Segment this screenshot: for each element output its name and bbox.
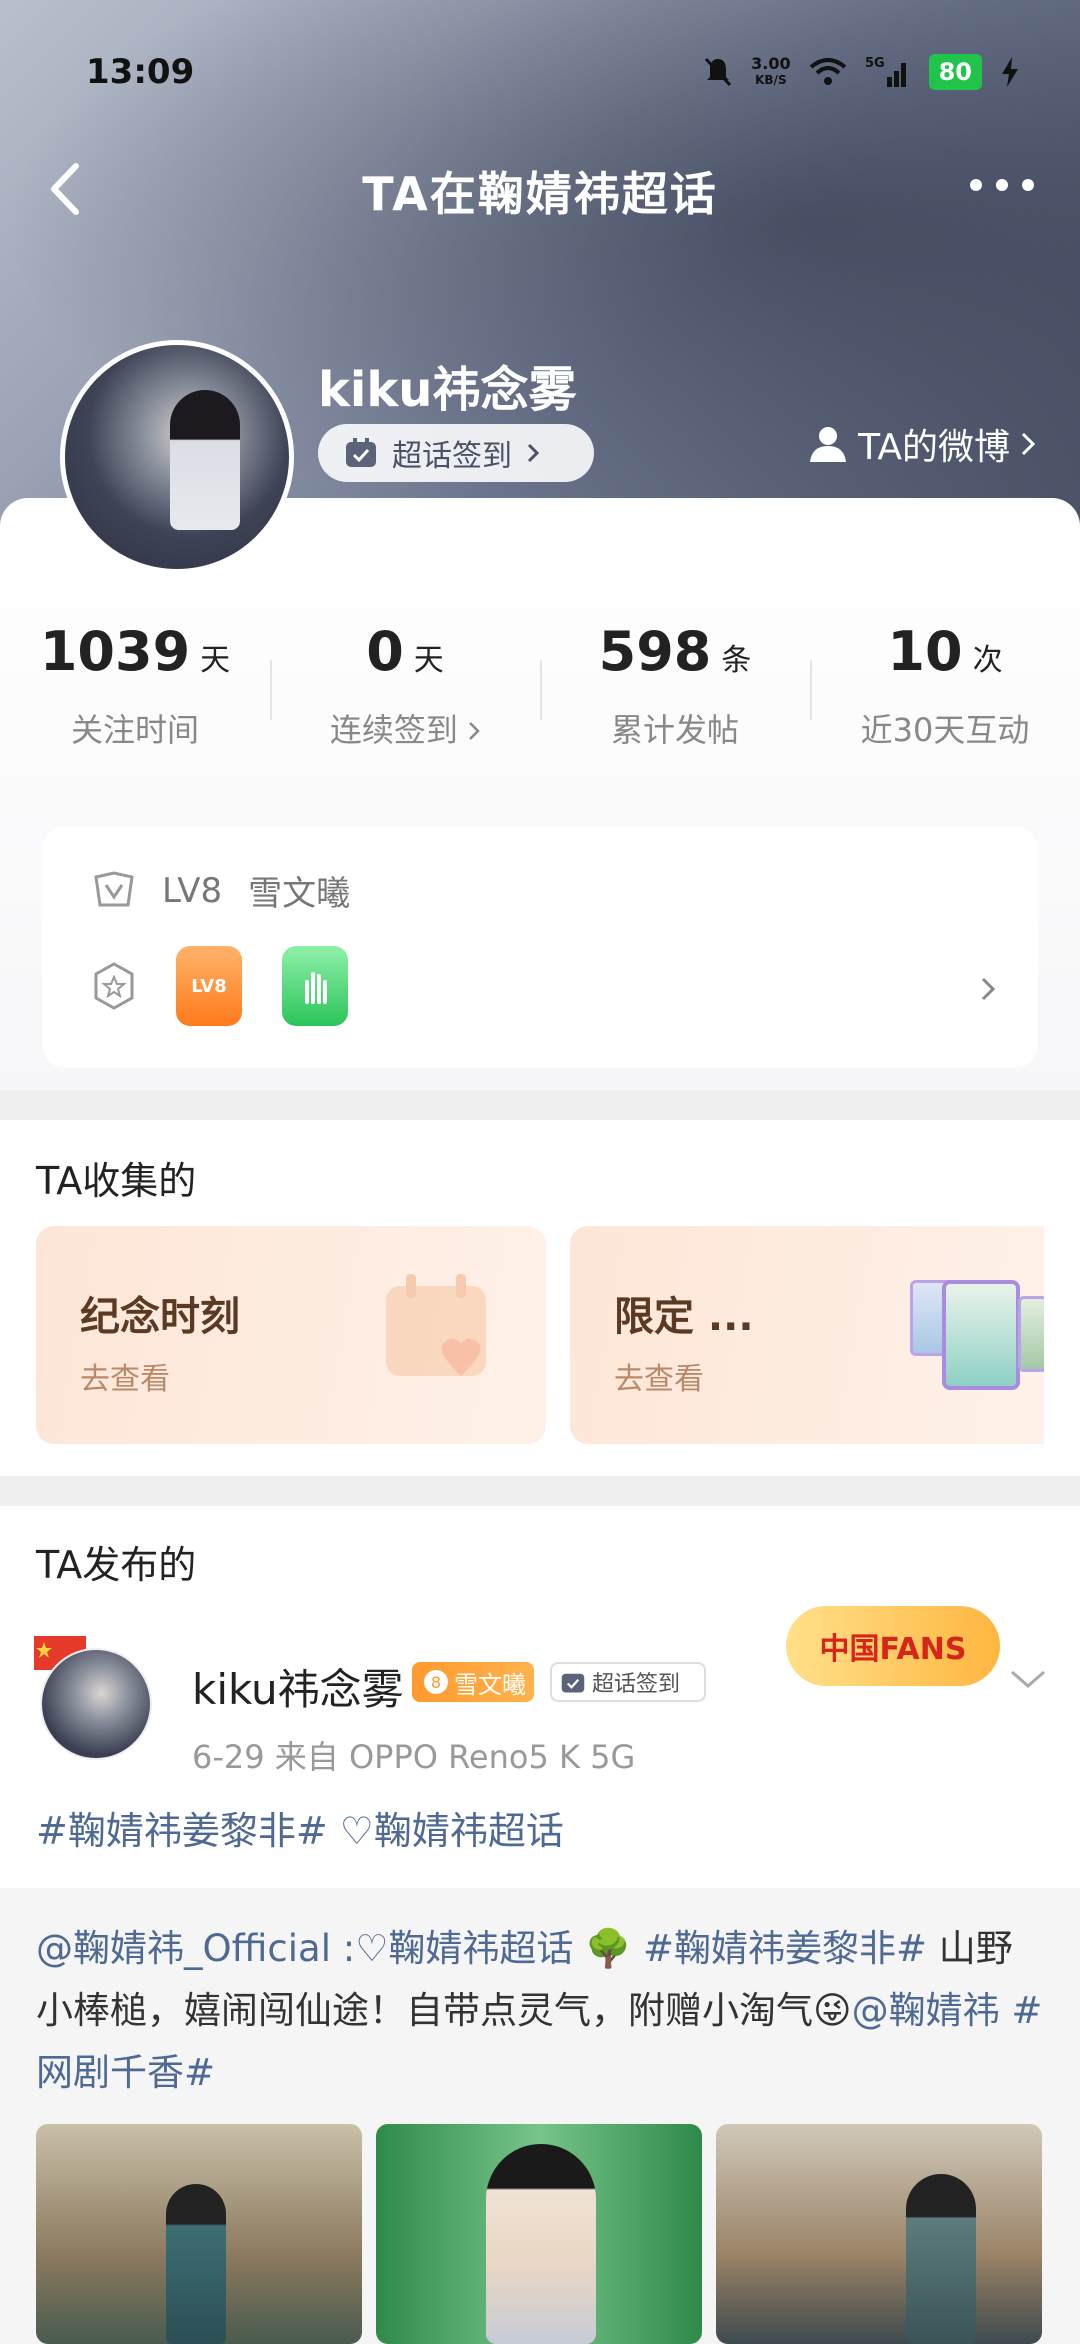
calendar-heart-icon	[386, 1274, 486, 1376]
stat-unit: 天	[413, 643, 444, 678]
stat-unit: 条	[721, 643, 752, 678]
hand-badge-icon	[282, 946, 348, 1026]
checkin-tag: 超话签到	[550, 1662, 706, 1702]
repost-topic[interactable]: :♡鞠婧祎超话 🌳	[331, 1927, 643, 1970]
status-bar: 13:09 3.00 KB/S 5G 80	[0, 40, 1080, 110]
stat-value: 598	[598, 620, 712, 683]
chevron-down-icon[interactable]	[1008, 1668, 1048, 1692]
repost-mention-2[interactable]: @鞠婧祎	[852, 1989, 1000, 2032]
level-row: LV8 雪文曦	[92, 866, 350, 915]
stat-label: 近30天互动	[860, 711, 1030, 749]
repost-mention[interactable]: @鞠婧祎_Official	[36, 1927, 331, 1970]
wifi-icon	[809, 58, 846, 85]
checkin-button[interactable]: 超话签到	[318, 424, 594, 482]
network-speed: 3.00 KB/S	[751, 54, 791, 88]
stat-unit: 次	[972, 643, 1003, 678]
stat-label: 关注时间	[70, 711, 199, 749]
post-image[interactable]	[376, 2124, 702, 2344]
stat-follow-days: 1039 天 关注时间	[0, 620, 270, 770]
limited-card-image	[1018, 1296, 1044, 1372]
chevron-right-icon	[527, 443, 540, 463]
repost-hashtag[interactable]: #鞠婧祎姜黎非#	[643, 1927, 927, 1970]
calendar-check-icon	[346, 438, 376, 467]
charging-icon	[1002, 57, 1018, 87]
image-figure	[166, 2184, 226, 2344]
avatar[interactable]	[60, 340, 294, 574]
chevron-right-icon	[469, 722, 480, 740]
author-level-badge: 8 雪文曦	[412, 1662, 534, 1702]
battery-indicator: 80	[928, 54, 982, 90]
collect-card-title: 限定 ...	[614, 1294, 754, 1340]
post-author-name[interactable]: kiku祎念雾	[192, 1656, 404, 1717]
dot	[970, 179, 982, 191]
signal-5g-icon: 5G	[865, 56, 906, 87]
collect-card-link: 去查看	[614, 1362, 704, 1397]
post-topics[interactable]: #鞠婧祎姜黎非# ♡鞠婧祎超话	[36, 1800, 564, 1855]
stat-posts: 598 条 累计发帖	[540, 620, 810, 770]
repost-text: @鞠婧祎_Official :♡鞠婧祎超话 🌳 #鞠婧祎姜黎非# 山野小棒槌，嬉…	[36, 1918, 1046, 2104]
section-divider	[0, 1476, 1080, 1506]
level-title: 雪文曦	[248, 874, 351, 914]
post-image[interactable]	[36, 2124, 362, 2344]
status-icons: 3.00 KB/S 5G 80	[703, 54, 1020, 90]
chevron-right-icon	[981, 977, 996, 1001]
mute-bell-icon	[705, 57, 732, 87]
image-figure	[486, 2144, 596, 2344]
stat-value: 1039	[39, 620, 191, 683]
navigation-bar: TA在鞠婧祎超话	[0, 150, 1080, 230]
calendar-check-icon	[561, 1673, 585, 1693]
ta-weibo-label: TA的微博	[858, 427, 1010, 468]
stat-label: 连续签到	[270, 705, 540, 751]
posts-title: TA发布的	[36, 1543, 197, 1587]
level-number: 8	[424, 1670, 448, 1694]
level-text: LV8	[162, 870, 223, 911]
dot	[1022, 179, 1034, 191]
stat-value: 10	[887, 620, 963, 683]
collected-title: TA收集的	[36, 1159, 197, 1203]
avatar-figure	[170, 390, 240, 530]
china-fans-badge: 中国FANS	[786, 1606, 1000, 1686]
level-card[interactable]: LV8 雪文曦 LV8	[42, 826, 1038, 1068]
stat-streak[interactable]: 0天 连续签到	[270, 620, 540, 770]
collect-card-limited[interactable]: 限定 ... 去查看	[570, 1226, 1044, 1444]
badge-row: LV8	[92, 946, 348, 1026]
stat-unit: 天	[200, 643, 231, 678]
svg-text:5G: 5G	[865, 56, 885, 71]
medal-icon	[94, 962, 134, 1010]
stat-value: 0	[366, 620, 404, 683]
limited-card-image	[942, 1280, 1020, 1390]
post-meta: 6-29 来自 OPPO Reno5 K 5G	[192, 1738, 636, 1776]
checkin-label: 超话签到	[392, 439, 512, 474]
level-name: 雪文曦	[454, 1670, 526, 1699]
dot	[996, 179, 1008, 191]
chevron-right-icon	[1021, 432, 1036, 456]
image-figure	[906, 2174, 976, 2344]
collect-card-title: 纪念时刻	[80, 1294, 240, 1340]
stat-label: 累计发帖	[610, 711, 739, 749]
ta-weibo-link[interactable]: TA的微博	[808, 418, 1036, 470]
collect-card-moments[interactable]: 纪念时刻 去查看	[36, 1226, 546, 1444]
post-author-avatar[interactable]	[40, 1648, 152, 1760]
collect-card-link: 去查看	[80, 1362, 170, 1397]
crown-shield-icon	[94, 870, 134, 906]
stat-interactions: 10 次 近30天互动	[810, 620, 1080, 770]
hand-icon	[305, 972, 327, 1004]
profile-username: kiku祎念雾	[318, 362, 577, 418]
section-divider	[0, 1090, 1080, 1120]
level-badge-icon: LV8	[176, 946, 242, 1026]
checkin-tag-label: 超话签到	[592, 1672, 681, 1697]
page-title: TA在鞠婧祎超话	[362, 167, 718, 221]
wink-emoji-icon: 😜	[813, 1989, 852, 2032]
status-time: 13:09	[86, 52, 195, 92]
stats-row: 1039 天 关注时间 0天 连续签到 598 条 累计发帖 10 次 近30天互动	[0, 620, 1080, 770]
post-image[interactable]	[716, 2124, 1042, 2344]
more-dots-icon[interactable]	[970, 170, 1050, 200]
person-icon	[810, 427, 847, 462]
